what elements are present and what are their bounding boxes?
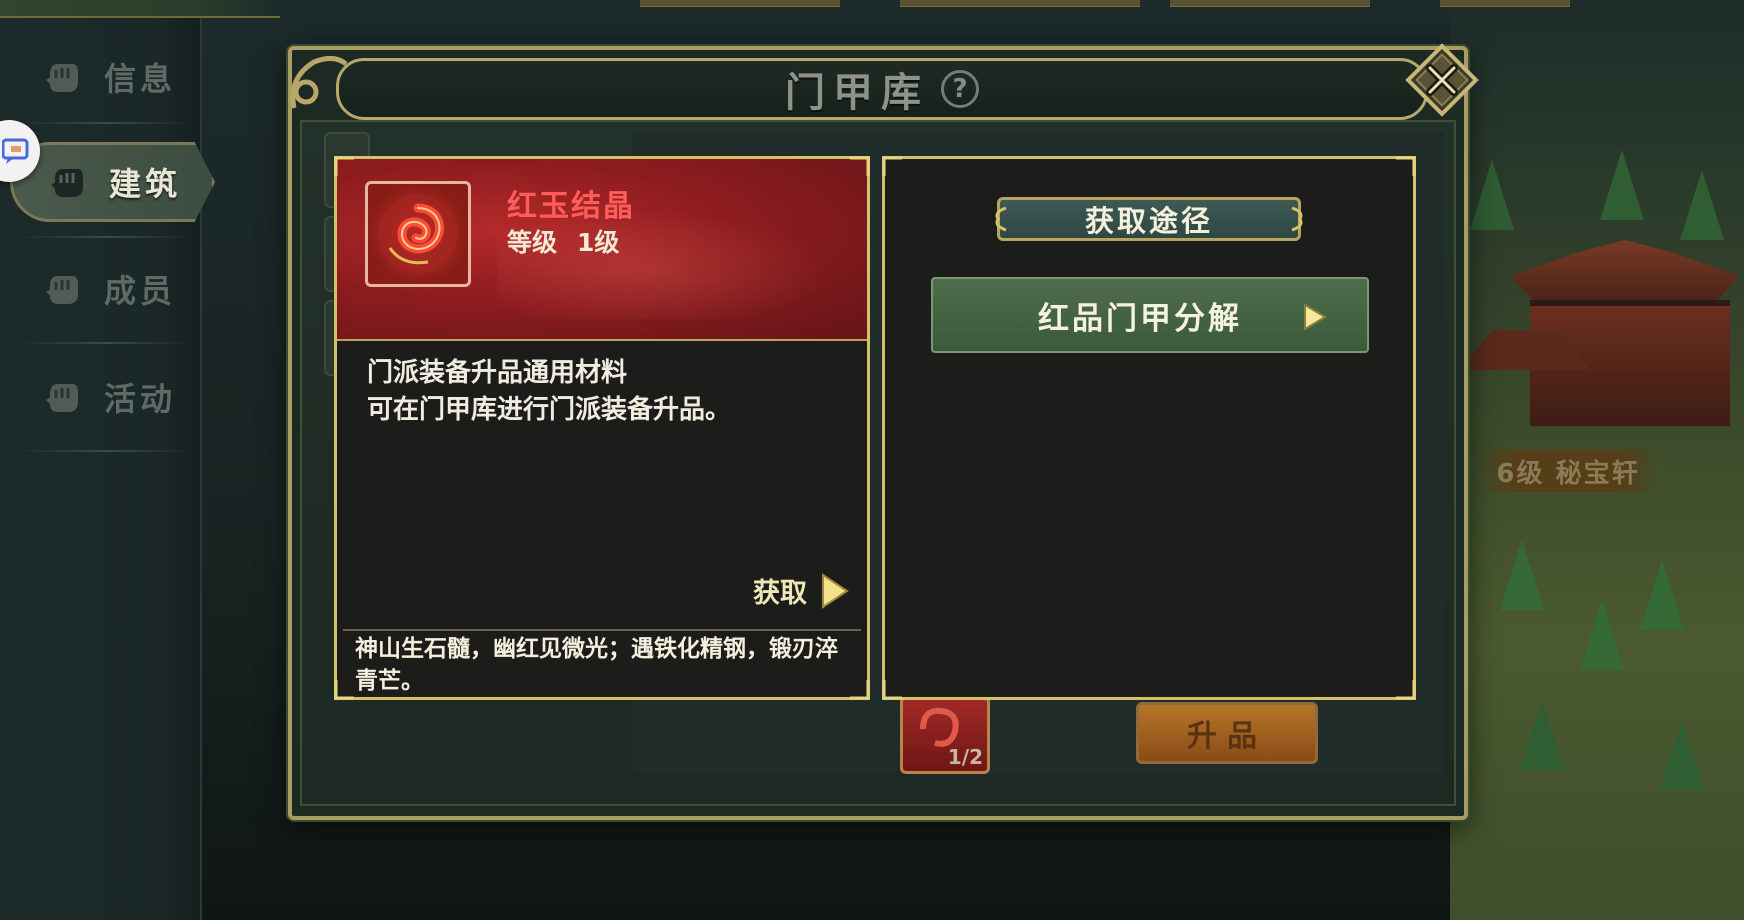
- divider: [20, 122, 190, 124]
- acquire-routes-card: 获取途径 红品门甲分解: [882, 156, 1416, 700]
- sidebar-header: [0, 0, 280, 18]
- top-bar-segment: [900, 0, 1140, 7]
- corner-ornament-icon: [882, 156, 902, 176]
- item-icon-frame: [365, 181, 471, 287]
- description-line: 可在门甲库进行门派装备升品。: [367, 395, 732, 425]
- tree: [1500, 540, 1544, 610]
- route-button-red-armor-dismantle[interactable]: 红品门甲分解: [931, 277, 1369, 353]
- item-flavor-text: 神山生石髓，幽红见微光；遇铁化精钢，锻刃淬青芒。: [355, 636, 838, 694]
- scroll-curl-icon: [1291, 206, 1303, 232]
- top-bar-segment: [1440, 0, 1570, 7]
- sidebar-item-activities[interactable]: 活动: [40, 362, 190, 432]
- play-arrow-icon: [822, 572, 849, 609]
- tree: [1640, 560, 1684, 630]
- route-label: 红品门甲分解: [1038, 300, 1242, 337]
- tree: [1600, 150, 1644, 220]
- divider: [20, 450, 190, 452]
- sidebar-item-label: 建筑: [109, 165, 182, 203]
- sidebar-item-label: 活动: [104, 380, 177, 418]
- corner-ornament-icon: [334, 156, 354, 176]
- item-header: 红玉结晶 等级 1级: [337, 159, 867, 341]
- fist-emblem-icon: [40, 266, 86, 312]
- routes-title: 获取途径: [1084, 204, 1213, 238]
- sidebar-item-info[interactable]: 信息: [40, 42, 190, 112]
- top-bar-segment: [1170, 0, 1370, 7]
- fist-emblem-icon: [40, 374, 86, 420]
- acquire-label: 获取: [753, 578, 807, 609]
- tree: [1660, 720, 1704, 790]
- item-detail-card: 红玉结晶 等级 1级 门派装备升品通用材料 可在门甲库进行门派装备升品。 获取 …: [334, 156, 870, 700]
- chat-icon: [2, 138, 29, 164]
- divider: [343, 629, 861, 631]
- routes-title-banner: 获取途径: [995, 197, 1303, 241]
- sidebar-item-members[interactable]: 成员: [40, 254, 190, 324]
- panel-title: 门甲库: [785, 70, 929, 116]
- material-slot[interactable]: 1/2: [900, 696, 990, 774]
- corner-ornament-icon: [334, 680, 354, 700]
- tree: [1680, 170, 1724, 240]
- tree: [1580, 600, 1624, 670]
- red-jade-crystal-icon: [378, 194, 458, 274]
- fist-emblem-icon: [45, 159, 91, 205]
- corner-ornament-icon: [1396, 680, 1416, 700]
- tree: [1470, 160, 1514, 230]
- divider: [20, 236, 190, 238]
- item-name: 红玉结晶: [507, 189, 635, 224]
- play-arrow-icon: [1304, 303, 1327, 331]
- building-level-label[interactable]: 6级 秘宝轩: [1478, 450, 1658, 492]
- sidebar-item-building[interactable]: 建筑: [10, 142, 215, 222]
- corner-ornament-icon: [1396, 156, 1416, 176]
- game-screen: 6级 秘宝轩 信息 建筑 成员 活动 门甲库 ? 1/2 升品 红玉结晶 等级 …: [0, 0, 1744, 920]
- fist-emblem-icon: [40, 54, 86, 100]
- sidebar-item-label: 成员: [104, 272, 177, 310]
- item-level-label: 等级: [507, 228, 558, 257]
- corner-ornament-icon: [850, 156, 870, 176]
- tree: [1520, 700, 1564, 770]
- question-mark-icon[interactable]: ?: [941, 70, 979, 108]
- item-description: 门派装备升品通用材料 可在门甲库进行门派装备升品。: [367, 355, 847, 429]
- close-button[interactable]: [1402, 40, 1482, 120]
- corner-ornament-icon: [882, 680, 902, 700]
- item-level-value: 1级: [577, 228, 620, 257]
- corner-ornament-icon: [850, 680, 870, 700]
- acquire-link[interactable]: 获取: [753, 571, 849, 610]
- upgrade-button[interactable]: 升品: [1136, 702, 1318, 764]
- panel-title-bar: 门甲库 ?: [336, 58, 1428, 120]
- divider: [20, 342, 190, 344]
- top-bar-segment: [640, 0, 840, 7]
- material-count: 1/2: [947, 745, 983, 769]
- close-x-icon: [1405, 43, 1479, 117]
- sidebar-item-label: 信息: [104, 60, 177, 98]
- scroll-curl-icon: [995, 206, 1007, 232]
- description-line: 门派装备升品通用材料: [367, 358, 628, 388]
